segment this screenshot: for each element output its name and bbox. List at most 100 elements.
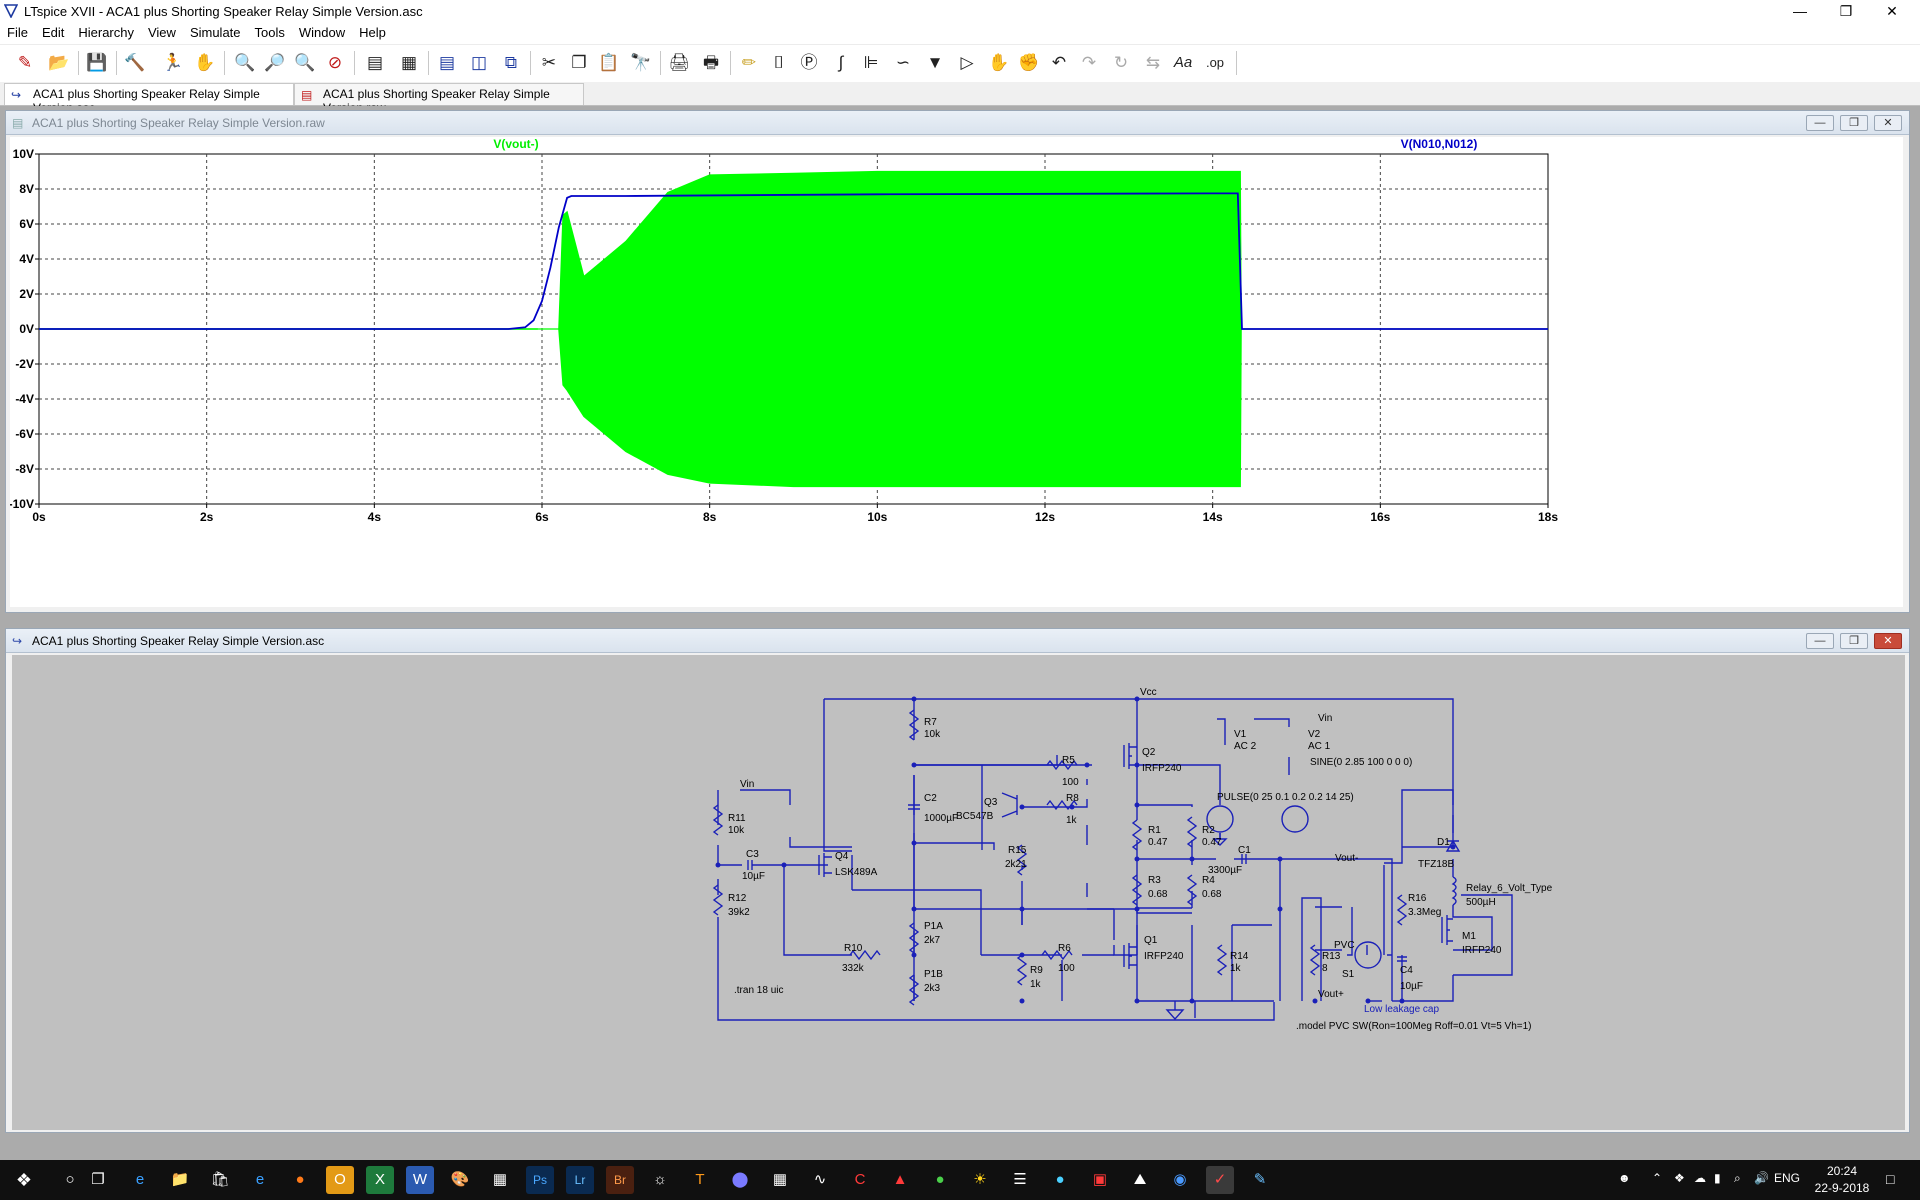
rotate-icon[interactable]: ↻ — [1108, 50, 1134, 76]
t-app-icon[interactable]: T — [686, 1166, 714, 1194]
waveform-plot[interactable]: 0s 2s 4s 6s 8s 10s 12s 14s 16s 18s 10V 8V 6V 4V 2V 0V -2… — [9, 137, 1903, 607]
diode-icon[interactable]: ▼ — [922, 50, 948, 76]
menu-window[interactable]: Window — [292, 23, 352, 40]
outlook-icon[interactable]: O — [326, 1166, 354, 1194]
calculator-icon[interactable]: ▦ — [486, 1166, 514, 1194]
slider-app-icon[interactable]: ☰ — [1006, 1166, 1034, 1194]
close-button[interactable]: ✕ — [1869, 0, 1915, 22]
print-icon[interactable]: 🖨 — [666, 50, 692, 76]
firefox-icon[interactable]: ● — [286, 1166, 314, 1194]
waveform-maximize-button[interactable]: ❐ — [1840, 115, 1868, 131]
waveform-chart[interactable]: 0s 2s 4s 6s 8s 10s 12s 14s 16s 18s 10V 8V 6V 4V 2V 0V -2… — [9, 137, 1903, 607]
zoom-fit-icon[interactable]: ⊘ — [322, 50, 348, 76]
component-icon[interactable]: ▷ — [954, 50, 980, 76]
excel-icon[interactable]: X — [366, 1166, 394, 1194]
capacitor-icon[interactable]: ⊫ — [858, 50, 884, 76]
copy-icon[interactable]: ❐ — [566, 50, 592, 76]
photoshop-icon[interactable]: Ps — [526, 1166, 554, 1194]
waveform-app-icon[interactable]: ∿ — [806, 1166, 834, 1194]
dropbox-icon[interactable]: ❖ — [1674, 1171, 1685, 1185]
notes-app-icon[interactable]: ✎ — [1246, 1166, 1274, 1194]
tile-vertical-icon[interactable]: ◫ — [466, 50, 492, 76]
edge-icon[interactable]: e — [126, 1166, 154, 1194]
volume-icon[interactable]: 🔊 — [1754, 1171, 1769, 1185]
menu-hierarchy[interactable]: Hierarchy — [71, 23, 141, 40]
cortana-icon[interactable]: ○ — [56, 1166, 84, 1194]
compass-icon[interactable]: ☼ — [646, 1166, 674, 1194]
wifi-icon[interactable]: ⌕ — [1734, 1171, 1741, 1186]
mirror-icon[interactable]: ⇆ — [1140, 50, 1166, 76]
clock[interactable]: 20:24 22-9-2018 — [1811, 1163, 1873, 1197]
menu-help[interactable]: Help — [352, 23, 393, 40]
people-icon[interactable]: ☻ — [1618, 1171, 1631, 1185]
menu-tools[interactable]: Tools — [248, 23, 292, 40]
menu-file[interactable]: File — [0, 23, 35, 40]
autorange-icon[interactable]: ▤ — [362, 50, 388, 76]
tile-horizontal-icon[interactable]: ▤ — [434, 50, 460, 76]
tray-lang[interactable]: ENG — [1774, 1171, 1800, 1185]
plot-settings-icon[interactable]: ▦ — [396, 50, 422, 76]
ball-app-icon[interactable]: ● — [1046, 1166, 1074, 1194]
tab-waveform[interactable]: ▤ ACA1 plus Shorting Speaker Relay Simpl… — [294, 83, 584, 115]
run-icon[interactable]: 🏃 — [160, 50, 186, 76]
word-icon[interactable]: W — [406, 1166, 434, 1194]
tab-schematic[interactable]: ↪ ACA1 plus Shorting Speaker Relay Simpl… — [4, 83, 294, 115]
save-icon[interactable]: 💾 — [84, 50, 110, 76]
zoom-area-icon[interactable]: 🔎 — [262, 50, 288, 76]
new-schematic-icon[interactable]: ✎ — [12, 50, 38, 76]
tray-chevron-icon[interactable]: ⌃ — [1652, 1171, 1662, 1185]
pdf-app-icon[interactable]: ▣ — [1086, 1166, 1114, 1194]
cloud-icon[interactable]: ☁ — [1694, 1171, 1706, 1185]
cascade-icon[interactable]: ⧉ — [498, 50, 524, 76]
legend-vn010-n012[interactable]: V(N010,N012) — [1401, 137, 1478, 151]
drag-icon[interactable]: ✊ — [1016, 50, 1042, 76]
label-net-icon[interactable]: Ⓟ — [796, 50, 822, 76]
bridge-icon[interactable]: Br — [606, 1166, 634, 1194]
minimize-button[interactable]: — — [1777, 0, 1823, 22]
cut-icon[interactable]: ✂ — [536, 50, 562, 76]
waveform-minimize-button[interactable]: — — [1806, 115, 1834, 131]
schematic-minimize-button[interactable]: — — [1806, 633, 1834, 649]
sun-app-icon[interactable]: ☀ — [966, 1166, 994, 1194]
internet-explorer-icon[interactable]: e — [246, 1166, 274, 1194]
draw-wire-icon[interactable]: ✏ — [736, 50, 762, 76]
waveform-close-button[interactable]: ✕ — [1874, 115, 1902, 131]
zoom-in-icon[interactable]: 🔍 — [232, 50, 258, 76]
move-icon[interactable]: ✋ — [986, 50, 1012, 76]
inductor-icon[interactable]: ∽ — [890, 50, 916, 76]
ground-icon[interactable]: ⌷ — [766, 50, 792, 76]
spice-directive-icon[interactable]: .op — [1202, 50, 1228, 76]
text-icon[interactable]: Aa — [1170, 50, 1196, 76]
menu-simulate[interactable]: Simulate — [183, 23, 248, 40]
lightroom-icon[interactable]: Lr — [566, 1166, 594, 1194]
task-view-icon[interactable]: ❐ — [84, 1166, 112, 1194]
store-icon[interactable]: 🛍 — [206, 1166, 234, 1194]
schematic-drawing[interactable]: Vcc Vin Vin Vout- Vout+ .tran 18 uic .mo… — [12, 655, 1905, 1130]
print-setup-icon[interactable]: 🖶 — [698, 50, 724, 76]
control-panel-icon[interactable]: 🔨 — [122, 50, 148, 76]
chrome-icon[interactable]: ◉ — [1166, 1166, 1194, 1194]
photo-app-icon[interactable]: ⛰ — [1126, 1166, 1154, 1194]
find-icon[interactable]: 🔭 — [628, 50, 654, 76]
menu-view[interactable]: View — [141, 23, 183, 40]
egg-app-icon[interactable]: ⬤ — [726, 1166, 754, 1194]
paste-icon[interactable]: 📋 — [596, 50, 622, 76]
start-icon[interactable]: ❖ — [10, 1166, 38, 1194]
maximize-button[interactable]: ❐ — [1823, 0, 1869, 22]
halt-icon[interactable]: ✋ — [192, 50, 218, 76]
schematic-maximize-button[interactable]: ❐ — [1840, 633, 1868, 649]
undo-icon[interactable]: ↶ — [1046, 50, 1072, 76]
notifications-icon[interactable]: □ — [1886, 1171, 1894, 1187]
menu-edit[interactable]: Edit — [35, 23, 71, 40]
ltspice-icon[interactable]: ✓ — [1206, 1166, 1234, 1194]
redo-icon[interactable]: ↷ — [1076, 50, 1102, 76]
red-app-icon[interactable]: ▲ — [886, 1166, 914, 1194]
zoom-out-icon[interactable]: 🔍 — [292, 50, 318, 76]
paint-icon[interactable]: 🎨 — [446, 1166, 474, 1194]
file-explorer-icon[interactable]: 📁 — [166, 1166, 194, 1194]
schematic-close-button[interactable]: ✕ — [1874, 633, 1902, 649]
schematic-canvas[interactable]: Vcc Vin Vin Vout- Vout+ .tran 18 uic .mo… — [12, 655, 1905, 1130]
resistor-icon[interactable]: ∫ — [828, 50, 854, 76]
battery-icon[interactable]: ▮ — [1714, 1171, 1721, 1185]
legend-vout-minus[interactable]: V(vout-) — [493, 137, 538, 151]
